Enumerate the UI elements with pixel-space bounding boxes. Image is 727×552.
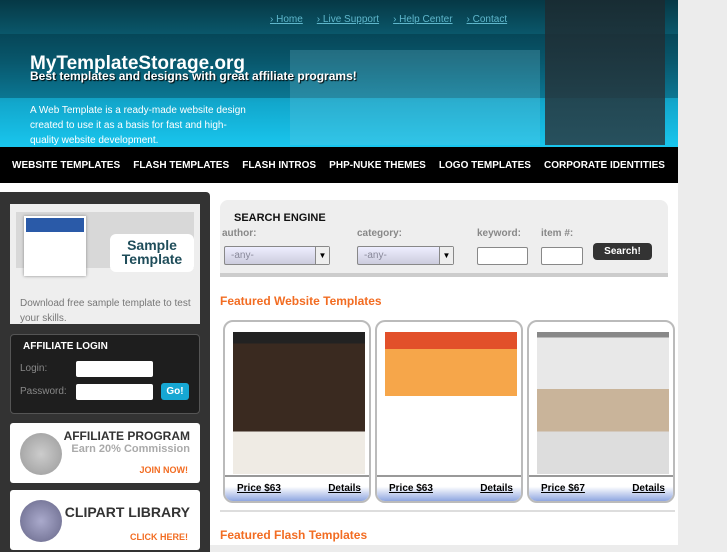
affiliate-login-title: AFFILIATE LOGIN [23,341,108,352]
template-preview[interactable] [385,332,517,474]
intro-text: A Web Template is a ready-made website d… [30,105,246,146]
login-label: Login: [20,363,48,374]
nav-logo-templates[interactable]: LOGO TEMPLATES [439,160,531,171]
link-help-center[interactable]: Help Center [393,14,452,25]
login-input[interactable] [76,361,153,377]
link-home[interactable]: Home [270,14,303,25]
clipart-library-banner[interactable]: CLIPART LIBRARY CLICK HERE! [10,490,200,550]
nav-website-templates[interactable]: WEBSITE TEMPLATES [12,160,120,171]
nav-flash-intros[interactable]: FLASH INTROS [242,160,316,171]
nav-corporate-identities[interactable]: CORPORATE IDENTITIES [544,160,665,171]
price-link[interactable]: Price $63 [389,483,433,501]
banner-photo [290,50,540,145]
template-preview[interactable] [233,332,365,474]
keyword-input[interactable] [477,247,528,265]
author-label: author: [222,228,257,239]
nav-php-nuke-themes[interactable]: PHP-NUKE THEMES [329,160,426,171]
price-link[interactable]: Price $63 [237,483,281,501]
tagline: Best templates and designs with great af… [30,69,357,83]
affiliate-program-banner[interactable]: AFFILIATE PROGRAM Earn 20% Commission JO… [10,423,200,483]
template-card: Price $63 Details [375,320,523,503]
join-now-link[interactable]: JOIN NOW! [140,465,189,475]
category-select[interactable]: -any- ▼ [357,246,454,265]
link-live-support[interactable]: Live Support [317,14,379,25]
sample-template-banner[interactable]: Sample Template Download free sample tem… [10,204,200,324]
main-nav: WEBSITE TEMPLATES FLASH TEMPLATES FLASH … [0,147,678,183]
author-select[interactable]: -any- ▼ [224,246,330,265]
click-here-link[interactable]: CLICK HERE! [130,532,188,542]
details-link[interactable]: Details [328,483,361,501]
chevron-down-icon: ▼ [315,247,329,264]
sample-template-desc: Download free sample template to test yo… [20,298,191,324]
item-label: item #: [541,228,574,239]
affiliate-program-title: AFFILIATE PROGRAM [63,429,190,443]
header-banner: Home Live Support Help Center Contact My… [0,0,678,147]
divider [220,510,675,512]
sample-template-label: Sample Template [110,234,194,272]
sample-template-thumbnail [24,216,86,276]
featured-flash-title: Featured Flash Templates [220,528,368,542]
link-contact[interactable]: Contact [467,14,507,25]
nav-flash-templates[interactable]: FLASH TEMPLATES [133,160,229,171]
search-engine: SEARCH ENGINE author: -any- ▼ category: -… [220,200,668,277]
password-label: Password: [20,386,67,397]
affiliate-program-sub: Earn 20% Commission [71,443,190,455]
banner-monitor [545,0,665,145]
keyword-label: keyword: [477,228,521,239]
password-input[interactable] [76,384,153,400]
money-icon [20,433,62,475]
top-links: Home Live Support Help Center Contact [270,14,507,25]
go-button[interactable]: Go! [161,383,189,400]
template-card: Price $67 Details [527,320,675,503]
search-button[interactable]: Search! [593,243,652,260]
template-preview[interactable] [537,332,669,474]
clipart-title: CLIPART LIBRARY [64,504,190,520]
category-value: -any- [364,250,387,261]
affiliate-login-box: AFFILIATE LOGIN Login: Password: Go! [10,334,200,414]
item-number-input[interactable] [541,247,583,265]
template-card: Price $63 Details [223,320,371,503]
category-label: category: [357,228,403,239]
details-link[interactable]: Details [632,483,665,501]
author-value: -any- [231,250,254,261]
featured-website-title: Featured Website Templates [220,294,382,308]
details-link[interactable]: Details [480,483,513,501]
sidebar: Sample Template Download free sample tem… [0,192,210,552]
page: Home Live Support Help Center Contact My… [0,0,678,552]
price-link[interactable]: Price $67 [541,483,585,501]
pencils-icon [20,500,62,542]
chevron-down-icon: ▼ [439,247,453,264]
search-title: SEARCH ENGINE [234,212,326,224]
